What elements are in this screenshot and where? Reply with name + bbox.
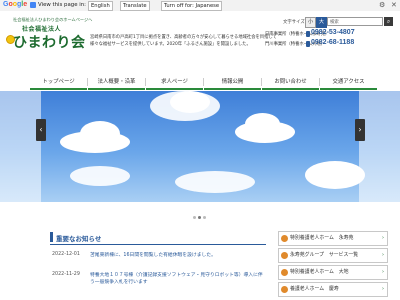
phone-icon (306, 31, 310, 37)
slide-dot[interactable] (203, 216, 206, 219)
slide-dot[interactable] (198, 216, 201, 219)
nav-item-recruit[interactable]: 求人ページ (146, 74, 203, 90)
facility-icon (281, 286, 288, 293)
slide-dot[interactable] (193, 216, 196, 219)
cloud-shape (175, 171, 255, 193)
nav-item-about[interactable]: 法人概要・沿革 (88, 74, 145, 90)
news-header: 重要なお知らせ (50, 232, 266, 245)
search-input[interactable]: 検索 (327, 17, 383, 26)
hero-side-panel (0, 91, 41, 202)
chevron-right-icon: › (382, 269, 384, 275)
facility-banner-label: 特別養護老人ホーム 永寿苑 (290, 235, 354, 241)
site-logo[interactable]: ひまわり会 (13, 32, 86, 52)
hero-slider: ‹ › (0, 91, 400, 202)
facility-banner[interactable]: 養護老人ホーム 慶寿 › (278, 282, 388, 297)
nav-item-contact[interactable]: お問い合わせ (262, 74, 319, 90)
news-header-bar (50, 232, 53, 242)
facility-banner-label: 特別養護老人ホーム 大地 (290, 269, 349, 275)
nav-item-access[interactable]: 交通アクセス (320, 74, 377, 90)
intro-text: 宮崎県日南市の戸高町1丁目に拠点を置き、高齢者の方々が安心して暮らせる地域社会を… (90, 35, 277, 47)
facility-icon (281, 269, 288, 276)
font-large-button[interactable]: 大 (316, 17, 327, 28)
facility-banner-label: 養護老人ホーム 慶寿 (290, 286, 339, 292)
news-date: 2022-11-29 (52, 272, 80, 277)
news-title: 重要なお知らせ (56, 235, 102, 243)
cloud-shape (80, 121, 120, 146)
main-nav: トップページ 法人概要・沿革 求人ページ 情報公開 お問い合わせ 交通アクセス (0, 74, 400, 90)
nav-item-disclosure[interactable]: 情報公開 (204, 74, 261, 90)
phone-icon (306, 41, 310, 47)
facility-icon (281, 252, 288, 259)
google-logo: Google (3, 1, 27, 8)
cloud-shape (70, 166, 130, 186)
facility-banner[interactable]: 特別養護老人ホーム 大地 › (278, 265, 388, 280)
site-tagline: 社会福祉法人ひまわり会のホームページへ (13, 17, 93, 22)
prev-arrow-icon[interactable]: ‹ (36, 119, 46, 141)
cloud-shape (305, 161, 365, 189)
translate-icon (30, 2, 36, 8)
news-link[interactable]: 苫尾東新棟に、16日間を閲覧した有給休暇を設けました。 (90, 252, 266, 259)
news-link[interactable]: 特養大地１０７号棟（介護記録支援ソフトウェア・見守りロボット等）導入に伴う一般競… (90, 272, 266, 286)
search-icon[interactable]: ⌕ (384, 17, 393, 26)
turn-off-option[interactable]: Turn off for: Japanese (161, 1, 223, 11)
chevron-right-icon: › (382, 252, 384, 258)
chevron-right-icon: › (382, 286, 384, 292)
chevron-right-icon: › (382, 235, 384, 241)
font-size-label: 文字サイズ (283, 20, 305, 25)
gear-icon[interactable]: ⚙ (379, 1, 385, 9)
hero-side-panel (359, 91, 400, 202)
facility-banner[interactable]: 永寿苑グループ サービス一覧 › (278, 248, 388, 263)
cloud-shape (245, 113, 280, 135)
facility-icon (281, 235, 288, 242)
view-prompt: View this page in: (38, 2, 86, 8)
facility-banner[interactable]: 特別養護老人ホーム 永寿苑 › (278, 231, 388, 246)
news-date: 2022-12-01 (52, 252, 80, 257)
next-arrow-icon[interactable]: › (355, 119, 365, 141)
slider-dots (192, 204, 207, 223)
facility-banner-label: 永寿苑グループ サービス一覧 (290, 252, 359, 258)
cloud-shape (170, 91, 210, 113)
language-select[interactable]: English (88, 1, 113, 11)
nav-item-top[interactable]: トップページ (30, 74, 87, 90)
google-logo-letter: e (23, 1, 28, 8)
news-header-line (50, 244, 266, 245)
phone-number[interactable]: 0982-68-1188 (311, 39, 354, 46)
site-header: 社会福祉法人ひまわり会のホームページへ 社会福祉法人 ひまわり会 宮崎県日南市の… (0, 11, 400, 69)
phone-number[interactable]: 0982-53-4807 (311, 29, 355, 36)
translate-button[interactable]: Translate (120, 1, 150, 11)
close-icon[interactable]: ✕ (391, 1, 397, 9)
font-small-button[interactable]: 小 (305, 17, 316, 28)
